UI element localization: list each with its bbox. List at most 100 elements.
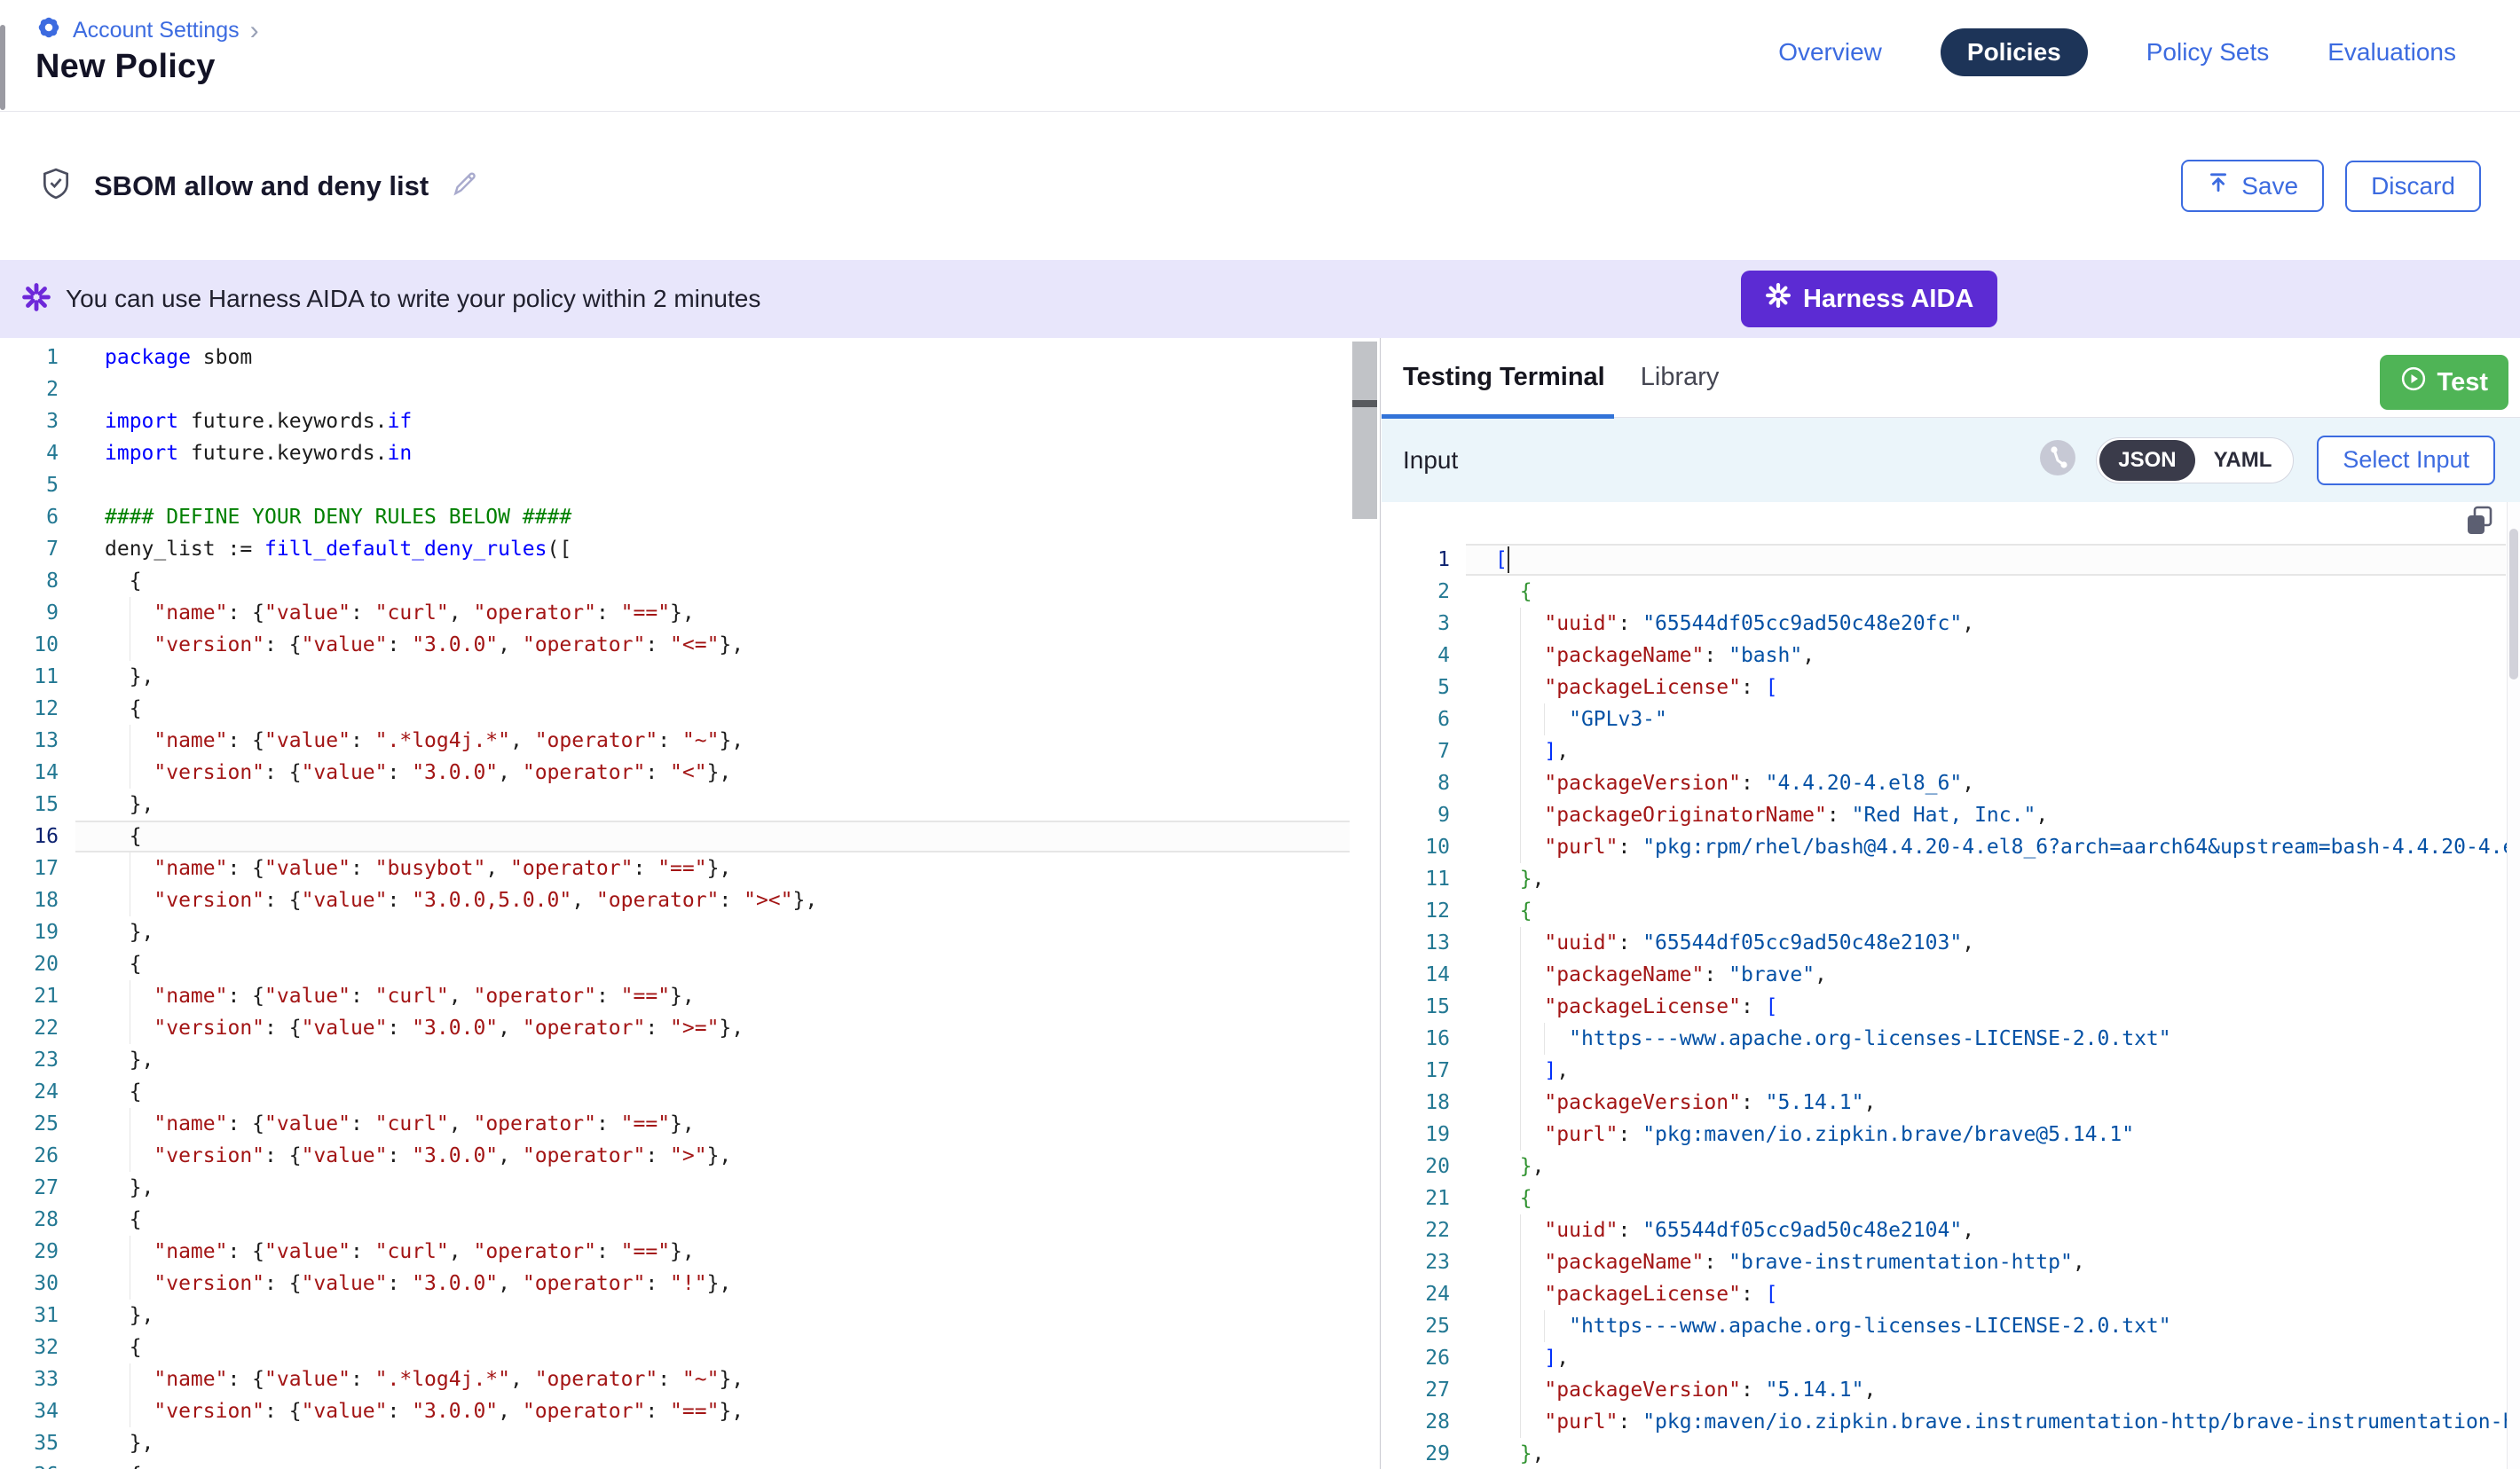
code-text[interactable] <box>105 373 1350 405</box>
editor-scrollbar-thumb[interactable] <box>1352 342 1377 519</box>
rego-editor-line-22[interactable]: 22 "version": {"value": "3.0.0", "operat… <box>0 1012 1350 1044</box>
rego-editor-line-19[interactable]: 19 }, <box>0 916 1350 948</box>
code-text[interactable]: "version": {"value": "3.0.0", "operator"… <box>105 1140 1350 1172</box>
code-text[interactable]: "packageLicense": [ <box>1495 1278 2506 1310</box>
code-text[interactable]: "GPLv3-" <box>1495 703 2506 735</box>
code-text[interactable]: "purl": "pkg:maven/io.zipkin.brave/brave… <box>1495 1119 2506 1151</box>
edit-pencil-icon[interactable] <box>450 169 480 203</box>
json-editor-line-10[interactable]: 10 "purl": "pkg:rpm/rhel/bash@4.4.20-4.e… <box>1382 831 2506 863</box>
select-input-button[interactable]: Select Input <box>2317 436 2495 485</box>
rego-editor-line-5[interactable]: 5 <box>0 469 1350 501</box>
code-text[interactable]: "uuid": "65544df05cc9ad50c48e2103", <box>1495 927 2506 959</box>
code-text[interactable]: "name": {"value": "curl", "operator": "=… <box>105 1236 1350 1268</box>
json-editor-line-26[interactable]: 26 ], <box>1382 1342 2506 1374</box>
code-text[interactable]: }, <box>105 1172 1350 1204</box>
json-editor-line-11[interactable]: 11 }, <box>1382 863 2506 895</box>
code-text[interactable]: "name": {"value": "curl", "operator": "=… <box>105 1108 1350 1140</box>
json-editor-line-13[interactable]: 13 "uuid": "65544df05cc9ad50c48e2103", <box>1382 927 2506 959</box>
code-text[interactable]: }, <box>105 1300 1350 1332</box>
rego-editor-line-16[interactable]: 16 { <box>0 821 1350 852</box>
json-editor-line-29[interactable]: 29 }, <box>1382 1438 2506 1469</box>
harness-aida-button[interactable]: Harness AIDA <box>1741 271 1997 327</box>
rego-editor-line-25[interactable]: 25 "name": {"value": "curl", "operator":… <box>0 1108 1350 1140</box>
policy-code-editor[interactable]: 1package sbom23import future.keywords.if… <box>0 338 1381 1469</box>
code-text[interactable]: "packageName": "brave", <box>1495 959 2506 991</box>
breadcrumb-account-settings-link[interactable]: Account Settings <box>73 18 240 43</box>
rego-editor-line-36[interactable]: 36 { <box>0 1459 1350 1469</box>
code-text[interactable]: "packageOriginatorName": "Red Hat, Inc."… <box>1495 799 2506 831</box>
code-text[interactable]: "purl": "pkg:rpm/rhel/bash@4.4.20-4.el8_… <box>1495 831 2520 863</box>
tab-overview[interactable]: Overview <box>1778 38 1882 67</box>
code-text[interactable]: ], <box>1495 735 2506 767</box>
rego-editor-line-28[interactable]: 28 { <box>0 1204 1350 1236</box>
code-text[interactable]: "packageLicense": [ <box>1495 672 2506 703</box>
tab-evaluations[interactable]: Evaluations <box>2327 38 2456 67</box>
json-editor-line-5[interactable]: 5 "packageLicense": [ <box>1382 672 2506 703</box>
rego-editor-line-23[interactable]: 23 }, <box>0 1044 1350 1076</box>
rego-editor-line-35[interactable]: 35 }, <box>0 1427 1350 1459</box>
code-text[interactable]: "uuid": "65544df05cc9ad50c48e20fc", <box>1495 608 2506 640</box>
code-text[interactable]: "packageVersion": "4.4.20-4.el8_6", <box>1495 767 2506 799</box>
json-editor-line-15[interactable]: 15 "packageLicense": [ <box>1382 991 2506 1023</box>
code-text[interactable]: { <box>105 948 1350 980</box>
code-text[interactable] <box>105 469 1350 501</box>
code-text[interactable]: "name": {"value": ".*log4j.*", "operator… <box>105 1363 1350 1395</box>
rego-editor-line-24[interactable]: 24 { <box>0 1076 1350 1108</box>
json-editor-line-6[interactable]: 6 "GPLv3-" <box>1382 703 2506 735</box>
code-text[interactable]: "name": {"value": "curl", "operator": "=… <box>105 597 1350 629</box>
json-editor-line-14[interactable]: 14 "packageName": "brave", <box>1382 959 2506 991</box>
code-text[interactable]: "packageName": "brave-instrumentation-ht… <box>1495 1246 2506 1278</box>
rego-editor-line-4[interactable]: 4import future.keywords.in <box>0 437 1350 469</box>
json-editor-line-17[interactable]: 17 ], <box>1382 1055 2506 1087</box>
rego-editor-line-1[interactable]: 1package sbom <box>0 342 1350 373</box>
rego-editor-lines[interactable]: 1package sbom23import future.keywords.if… <box>0 342 1350 1469</box>
code-text[interactable]: }, <box>105 1427 1350 1459</box>
json-editor-line-18[interactable]: 18 "packageVersion": "5.14.1", <box>1382 1087 2506 1119</box>
json-input-editor-lines[interactable]: 1[2 {3 "uuid": "65544df05cc9ad50c48e20fc… <box>1382 544 2506 1469</box>
code-text[interactable]: import future.keywords.if <box>105 405 1350 437</box>
code-text[interactable]: "version": {"value": "3.0.0", "operator"… <box>105 1268 1350 1300</box>
code-text[interactable]: { <box>105 693 1350 725</box>
code-text[interactable]: "uuid": "65544df05cc9ad50c48e2104", <box>1495 1214 2506 1246</box>
rego-editor-line-13[interactable]: 13 "name": {"value": ".*log4j.*", "opera… <box>0 725 1350 757</box>
code-text[interactable]: "packageVersion": "5.14.1", <box>1495 1087 2506 1119</box>
json-editor-line-21[interactable]: 21 { <box>1382 1182 2506 1214</box>
json-editor-scrollbar-thumb[interactable] <box>2509 529 2518 680</box>
rego-editor-line-26[interactable]: 26 "version": {"value": "3.0.0", "operat… <box>0 1140 1350 1172</box>
tab-library[interactable]: Library <box>1641 363 1720 392</box>
json-editor-line-4[interactable]: 4 "packageName": "bash", <box>1382 640 2506 672</box>
test-button[interactable]: Test <box>2380 355 2508 410</box>
code-text[interactable]: { <box>105 1204 1350 1236</box>
code-text[interactable]: { <box>1495 576 2506 608</box>
code-text[interactable]: [ <box>1495 544 2506 576</box>
rego-editor-line-14[interactable]: 14 "version": {"value": "3.0.0", "operat… <box>0 757 1350 789</box>
code-text[interactable]: { <box>105 1076 1350 1108</box>
code-text[interactable]: "version": {"value": "3.0.0", "operator"… <box>105 1012 1350 1044</box>
code-text[interactable]: }, <box>105 916 1350 948</box>
format-json-option[interactable]: JSON <box>2099 440 2194 481</box>
code-text[interactable]: "https---www.apache.org-licenses-LICENSE… <box>1495 1023 2506 1055</box>
copy-icon[interactable] <box>2463 504 2497 539</box>
rego-editor-line-15[interactable]: 15 }, <box>0 789 1350 821</box>
fork-icon[interactable] <box>2039 439 2076 481</box>
code-text[interactable]: }, <box>105 661 1350 693</box>
json-editor-line-28[interactable]: 28 "purl": "pkg:maven/io.zipkin.brave.in… <box>1382 1406 2506 1438</box>
json-editor-line-2[interactable]: 2 { <box>1382 576 2506 608</box>
tab-testing-terminal[interactable]: Testing Terminal <box>1403 363 1605 392</box>
code-text[interactable]: { <box>1495 895 2506 927</box>
left-edge-scrollbar[interactable] <box>0 25 5 110</box>
rego-editor-line-33[interactable]: 33 "name": {"value": ".*log4j.*", "opera… <box>0 1363 1350 1395</box>
json-editor-line-12[interactable]: 12 { <box>1382 895 2506 927</box>
code-text[interactable]: "version": {"value": "3.0.0", "operator"… <box>105 629 1350 661</box>
rego-editor-line-6[interactable]: 6#### DEFINE YOUR DENY RULES BELOW #### <box>0 501 1350 533</box>
json-editor-line-16[interactable]: 16 "https---www.apache.org-licenses-LICE… <box>1382 1023 2506 1055</box>
code-text[interactable]: ], <box>1495 1055 2506 1087</box>
code-text[interactable]: "https---www.apache.org-licenses-LICENSE… <box>1495 1310 2506 1342</box>
rego-editor-line-27[interactable]: 27 }, <box>0 1172 1350 1204</box>
discard-button[interactable]: Discard <box>2345 161 2481 212</box>
code-text[interactable]: }, <box>1495 1438 2506 1469</box>
tab-policies[interactable]: Policies <box>1941 28 2088 76</box>
json-editor-line-25[interactable]: 25 "https---www.apache.org-licenses-LICE… <box>1382 1310 2506 1342</box>
code-text[interactable]: "name": {"value": "curl", "operator": "=… <box>105 980 1350 1012</box>
code-text[interactable]: "packageLicense": [ <box>1495 991 2506 1023</box>
